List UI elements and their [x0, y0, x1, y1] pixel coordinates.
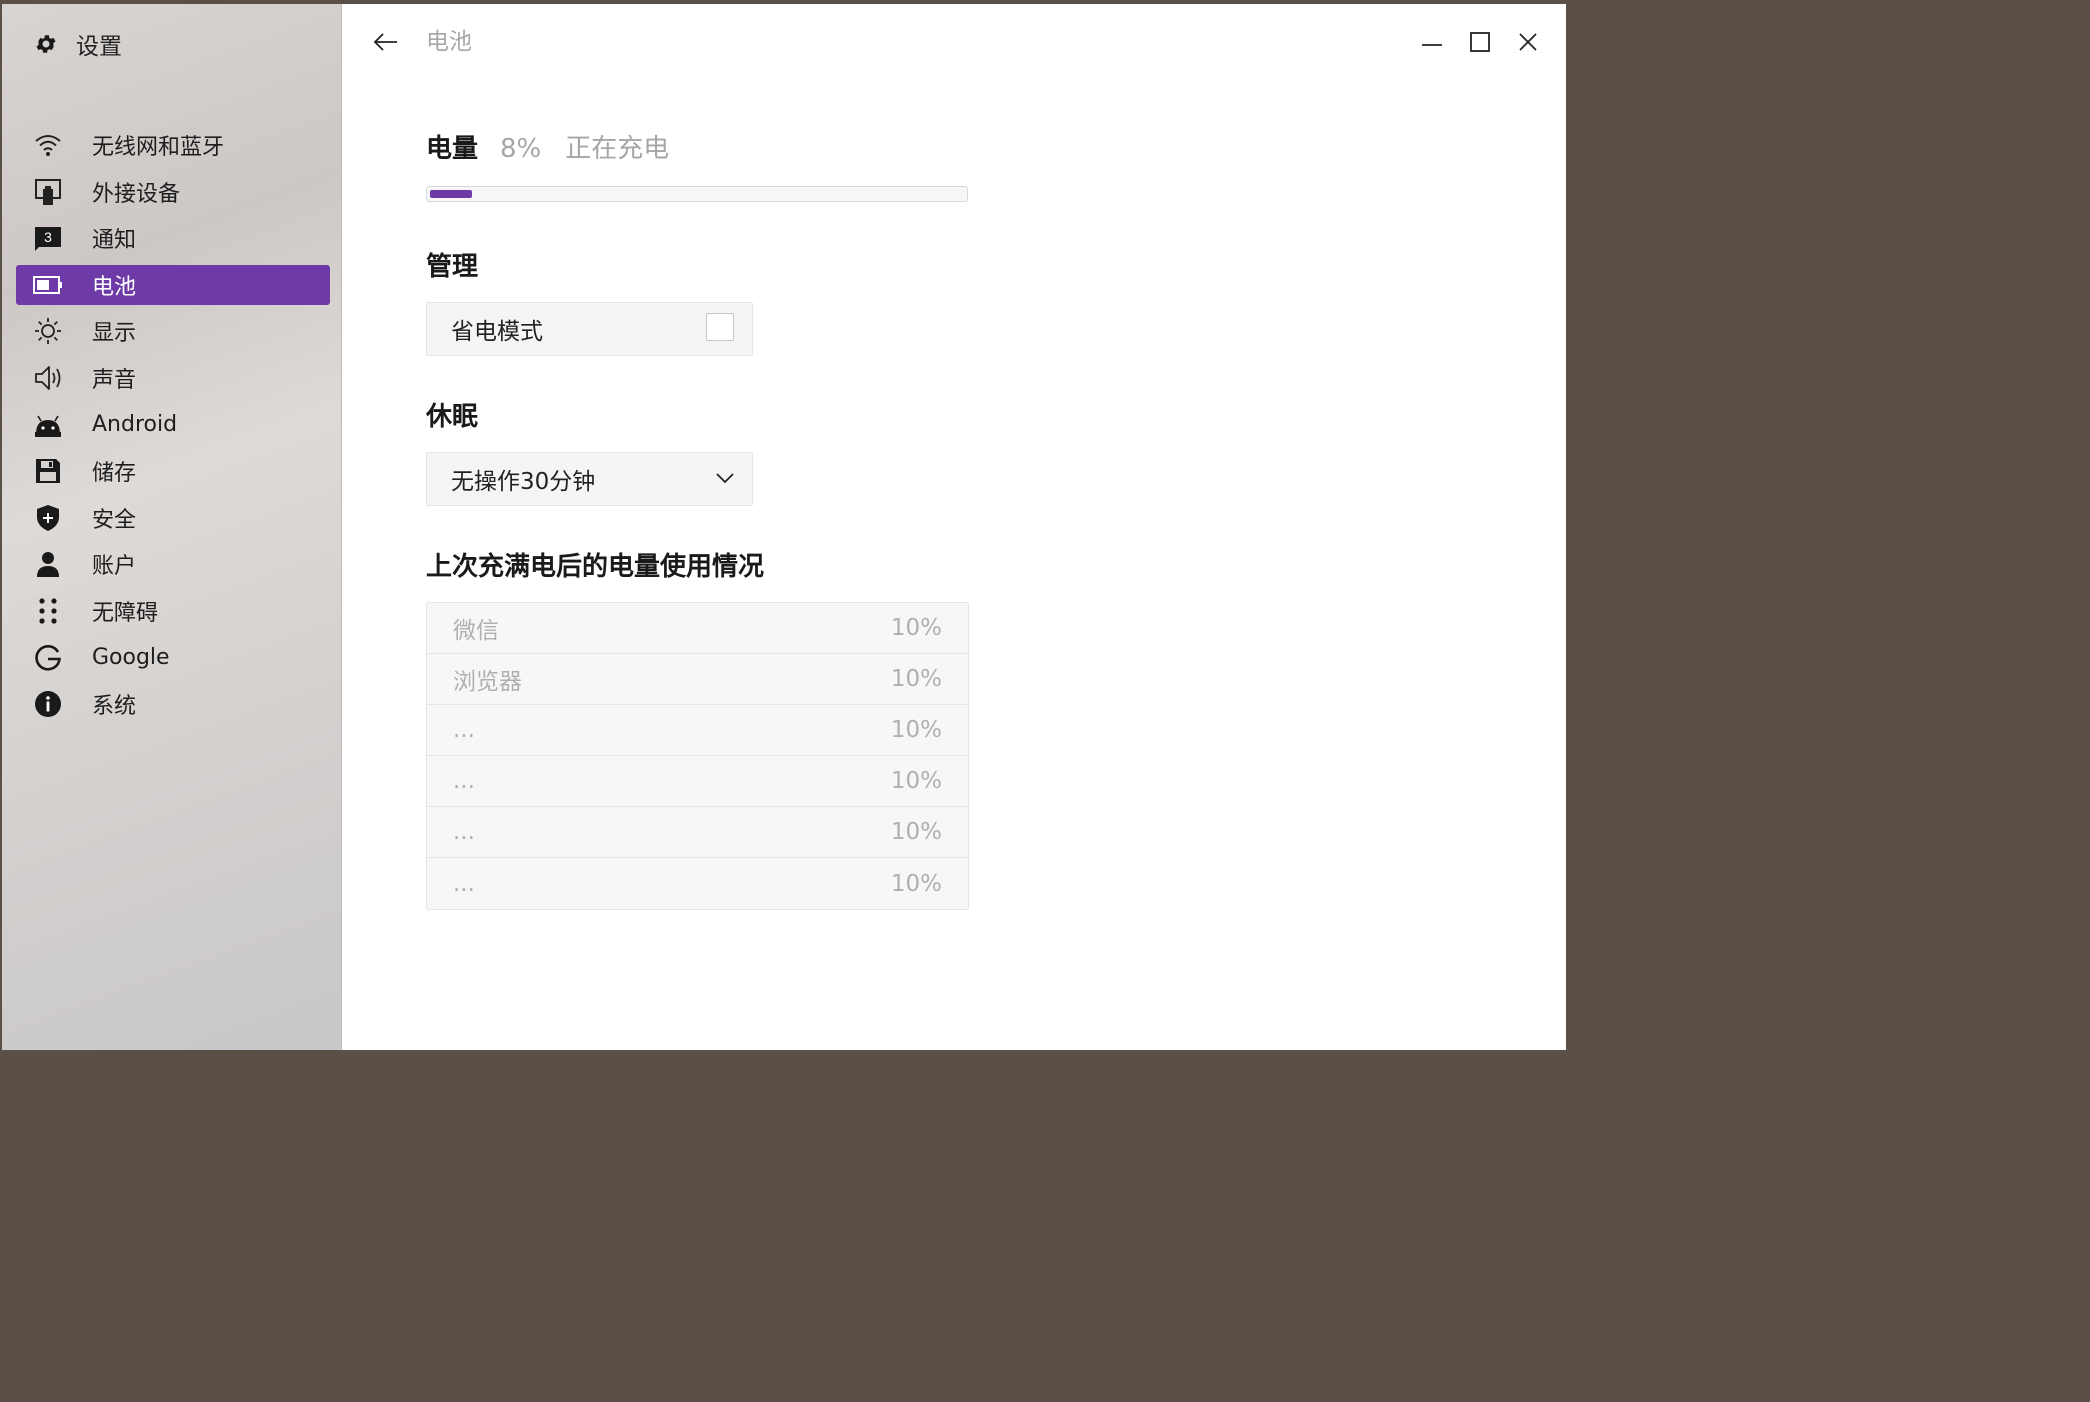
list-item: 浏览器 10% [427, 654, 968, 705]
back-button[interactable] [370, 26, 402, 58]
sidebar-header: 设置 [32, 26, 122, 62]
usage-value: 10% [890, 768, 942, 794]
sidebar-item-label: 外接设备 [92, 181, 181, 207]
page-title: 电池 [426, 29, 472, 55]
usage-app-name: 微信 [453, 618, 499, 644]
battery-level-label: 电量 [426, 134, 479, 164]
settings-window: 设置 无线网和蓝牙 外接设备 3 通知 电池 显示 声音 Android 储存 … [2, 4, 1566, 1050]
sidebar-item-account[interactable]: 账户 [16, 544, 330, 584]
sidebar-item-battery[interactable]: 电池 [16, 264, 330, 305]
sidebar-nav: 无线网和蓝牙 外接设备 3 通知 电池 显示 声音 Android 储存 安全 … [16, 125, 330, 731]
sidebar-item-label: 通知 [92, 228, 137, 254]
title-bar: 电池 [342, 4, 1566, 80]
notification-icon: 3 [32, 222, 64, 254]
info-icon [32, 688, 64, 720]
sleep-dropdown[interactable]: 无操作30分钟 [426, 452, 753, 506]
usage-value: 10% [890, 870, 942, 897]
main-panel: 电池 电量 8% 正在充电 管理 省电模式 休眠 无操作30分钟 上次充满电后的… [342, 4, 1566, 1050]
usage-app-name: ... [453, 768, 475, 794]
sidebar-item-notifications[interactable]: 3 通知 [16, 218, 330, 258]
sidebar-item-android[interactable]: Android [16, 405, 330, 445]
external-device-icon [32, 176, 64, 208]
usage-section-title: 上次充满电后的电量使用情况 [426, 552, 765, 582]
sidebar-item-sound[interactable]: 声音 [16, 358, 330, 398]
android-icon [32, 409, 64, 441]
sidebar-item-system[interactable]: 系统 [16, 684, 330, 724]
sleep-section-title: 休眠 [426, 402, 479, 432]
close-icon [1519, 33, 1537, 51]
usage-value: 10% [890, 666, 942, 692]
usage-value: 10% [890, 615, 942, 641]
sidebar-item-label: 安全 [92, 507, 137, 533]
sidebar-item-label: 电池 [92, 274, 137, 300]
sidebar-item-security[interactable]: 安全 [16, 498, 330, 538]
battery-progress-bar [426, 186, 968, 202]
sidebar-item-label: 无线网和蓝牙 [92, 135, 225, 160]
list-item: ... 10% [427, 807, 968, 858]
sleep-selected-value: 无操作30分钟 [451, 469, 596, 495]
usage-value: 10% [890, 819, 942, 845]
list-item: ... 10% [427, 705, 968, 756]
battery-progress-fill [430, 190, 472, 198]
sidebar-item-label: 声音 [92, 367, 137, 393]
usage-list: 微信 10% 浏览器 10% ... 10% ... 10% ... 10% ... 10% [426, 602, 969, 910]
notification-badge: 3 [44, 229, 52, 245]
sidebar-item-label: 无障碍 [92, 600, 159, 626]
close-button[interactable] [1510, 24, 1546, 60]
sidebar-item-label: 账户 [92, 554, 137, 580]
list-item: ... 10% [427, 756, 968, 807]
usage-app-name: 浏览器 [453, 669, 522, 695]
arrow-left-icon [373, 33, 397, 51]
sidebar-item-label: 储存 [92, 461, 137, 487]
sidebar-item-storage[interactable]: 储存 [16, 451, 330, 491]
power-saving-checkbox[interactable] [706, 313, 734, 341]
sidebar-item-label: 系统 [92, 694, 137, 720]
power-saving-row[interactable]: 省电模式 [426, 302, 753, 356]
minimize-button[interactable] [1414, 24, 1450, 60]
sidebar: 设置 无线网和蓝牙 外接设备 3 通知 电池 显示 声音 Android 储存 … [2, 4, 342, 1050]
google-icon [32, 642, 64, 674]
sidebar-item-label: Google [92, 645, 170, 671]
list-item: ... 10% [427, 858, 968, 909]
save-icon [32, 455, 64, 487]
manage-section-title: 管理 [426, 252, 479, 282]
sidebar-item-accessibility[interactable]: 无障碍 [16, 591, 330, 631]
battery-level-row: 电量 8% 正在充电 [426, 128, 986, 168]
sidebar-item-wifi-bluetooth[interactable]: 无线网和蓝牙 [16, 125, 330, 165]
chevron-down-icon [716, 473, 734, 484]
app-title: 设置 [76, 34, 122, 60]
brightness-icon [32, 315, 64, 347]
battery-content: 电量 8% 正在充电 管理 省电模式 休眠 无操作30分钟 上次充满电后的电量使… [426, 128, 986, 910]
usage-app-name: ... [453, 819, 475, 845]
usage-app-name: ... [453, 717, 475, 743]
accessibility-icon [32, 595, 64, 627]
usage-value: 10% [890, 717, 942, 743]
maximize-button[interactable] [1462, 24, 1498, 60]
charging-status: 正在充电 [565, 134, 670, 164]
minimize-icon [1422, 44, 1442, 46]
speaker-icon [32, 362, 64, 394]
user-icon [32, 548, 64, 580]
sidebar-item-label: Android [92, 412, 178, 438]
power-saving-label: 省电模式 [451, 319, 543, 345]
maximize-icon [1470, 32, 1490, 52]
shield-icon [32, 502, 64, 534]
list-item: 微信 10% [427, 603, 968, 654]
gear-icon [32, 30, 60, 58]
battery-icon [32, 269, 64, 301]
usage-app-name: ... [453, 870, 475, 897]
battery-percent: 8% [500, 134, 542, 164]
sidebar-item-external-devices[interactable]: 外接设备 [16, 172, 330, 212]
sidebar-item-label: 显示 [92, 321, 137, 347]
sidebar-item-display[interactable]: 显示 [16, 311, 330, 351]
sidebar-item-google[interactable]: Google [16, 638, 330, 678]
wifi-icon [32, 129, 64, 161]
